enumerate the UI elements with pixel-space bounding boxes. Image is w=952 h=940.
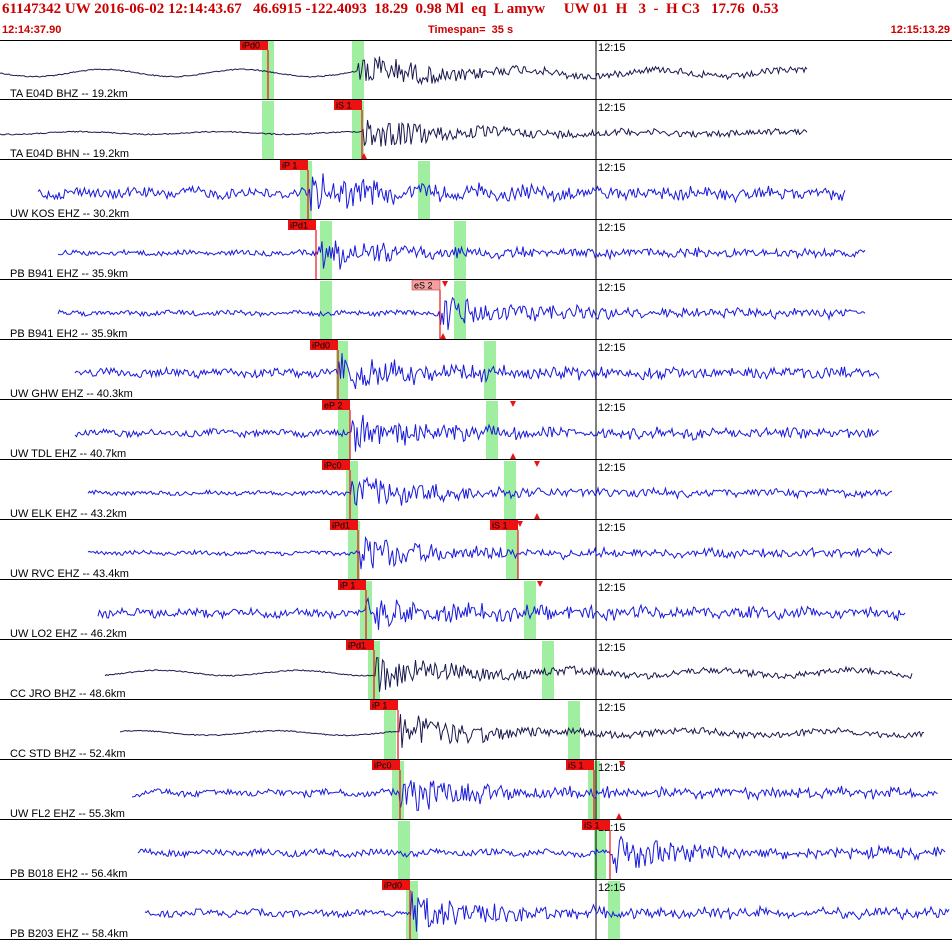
minute-label: 12:15 <box>598 642 626 654</box>
minute-label: 12:15 <box>598 402 626 414</box>
minute-label: 12:15 <box>598 162 626 174</box>
trace-row[interactable]: 12:15iS 1PB B018 EH2 -- 56.4km <box>0 820 952 880</box>
station-label: UW GHW EHZ -- 40.3km <box>10 388 133 400</box>
pick-label: iPd0 <box>312 341 330 351</box>
trace-row[interactable]: 12:15 iPd0 TA E04D BHZ -- 19.2km <box>0 40 952 100</box>
trace-row[interactable]: 12:15 iP 1 UW KOS EHZ -- 30.2km <box>0 160 952 220</box>
pick-marker-triangle <box>510 401 516 407</box>
pick-label: iS 1 <box>492 521 508 531</box>
station-label: UW KOS EHZ -- 30.2km <box>10 208 129 220</box>
minute-label: 12:15 <box>598 522 626 534</box>
pick-label: iPc0 <box>324 461 342 471</box>
phase-window <box>504 461 516 519</box>
phase-window <box>398 821 410 879</box>
minute-label: 12:15 <box>598 222 626 234</box>
pick-label: iP 1 <box>372 701 387 711</box>
station-label: PB B941 EH2 -- 35.9km <box>10 328 127 340</box>
minute-label: 12:15 <box>598 282 626 294</box>
pick-label: eP 2 <box>324 401 342 411</box>
trace-row[interactable]: 12:15 iPd0 PB B203 EHZ -- 58.4km <box>0 880 952 940</box>
window-end-time: 12:15:13.29 <box>890 24 950 36</box>
pick-label: iP 1 <box>340 581 355 591</box>
waveform <box>0 119 808 147</box>
pick-marker-triangle <box>534 461 540 467</box>
trace-row[interactable]: 12:15 eP 2 UW TDL EHZ -- 40.7km <box>0 400 952 460</box>
pick-label: iS 1 <box>584 821 600 831</box>
event-summary-title: 61147342 UW 2016-06-02 12:14:43.67 46.69… <box>2 1 779 17</box>
minute-label: 12:15 <box>598 102 626 114</box>
waveform <box>74 414 880 452</box>
trace-row[interactable]: 12:15 eS 2 PB B941 EH2 -- 35.9km <box>0 279 952 340</box>
waveform <box>137 835 946 874</box>
station-label: TA E04D BHZ -- 19.2km <box>10 88 128 100</box>
trace-row[interactable]: 12:15iPc0 iS 1UW FL2 EHZ -- 55.3km <box>0 760 952 820</box>
trace-row[interactable]: 12:15 iPd1 PB B941 EHZ -- 35.9km <box>0 220 952 280</box>
pick-label: iPd1 <box>290 221 308 231</box>
pick-marker-triangle <box>616 813 622 819</box>
station-label: TA E04D BHN -- 19.2km <box>10 148 129 160</box>
waveform <box>144 891 950 932</box>
trace-row[interactable]: 12:15 iPd0 UW GHW EHZ -- 40.3km <box>0 340 952 400</box>
minute-label: 12:15 <box>598 702 626 714</box>
phase-window <box>320 281 332 339</box>
pick-label: iPd0 <box>242 41 260 51</box>
pick-label: iPd0 <box>384 881 402 891</box>
trace-row[interactable]: 12:15 iPc0 UW ELK EHZ -- 43.2km <box>0 460 952 520</box>
trace-row[interactable]: 12:15 iPd1 iS 1 UW RVC EHZ -- 43.4km <box>0 520 952 580</box>
seismogram-panel[interactable]: 12:15 iPd0 TA E04D BHZ -- 19.2km 12:15 iS 1 T… <box>0 40 952 940</box>
waveform <box>97 596 906 630</box>
trace-row[interactable]: 12:15 iP 1 CC STD BHZ -- 52.4km <box>0 700 952 760</box>
pick-marker-triangle <box>537 581 543 587</box>
timespan-label: Timespan= 35 s <box>428 24 514 36</box>
station-label: PB B941 EHZ -- 35.9km <box>10 268 128 280</box>
pick-marker-triangle <box>534 513 540 519</box>
minute-label: 12:15 <box>598 582 626 594</box>
event-header: 61147342 UW 2016-06-02 12:14:43.67 46.69… <box>0 0 952 40</box>
pick-label: iPc0 <box>374 761 392 771</box>
pick-label: iS 1 <box>336 101 352 111</box>
station-label: CC STD BHZ -- 52.4km <box>10 748 126 760</box>
waveform <box>74 353 880 390</box>
waveform <box>120 714 925 748</box>
waveform <box>37 173 846 211</box>
waveform <box>104 657 913 692</box>
waveform <box>87 535 893 570</box>
trace-row[interactable]: 12:15 iS 1 TA E04D BHN -- 19.2km <box>0 100 952 160</box>
minute-label: 12:15 <box>598 462 626 474</box>
pick-marker-triangle <box>510 453 516 459</box>
minute-label: 12:15 <box>598 882 626 894</box>
pick-label: iPd1 <box>332 521 350 531</box>
window-start-time: 12:14:37.90 <box>2 24 62 36</box>
phase-window <box>454 281 466 339</box>
trace-row[interactable]: 12:15 iP 1 UW LO2 EHZ -- 46.2km <box>0 580 952 640</box>
waveform <box>131 780 938 811</box>
station-label: UW LO2 EHZ -- 46.2km <box>10 628 127 640</box>
pick-label: iS 1 <box>568 761 584 771</box>
station-label: UW TDL EHZ -- 40.7km <box>10 448 126 460</box>
pick-label: eS 2 <box>414 281 433 291</box>
minute-label: 12:15 <box>598 342 626 354</box>
pick-label: iPd1 <box>348 641 366 651</box>
station-label: PB B203 EHZ -- 58.4km <box>10 928 128 940</box>
waveform <box>0 56 808 86</box>
pick-marker-triangle <box>442 281 448 287</box>
minute-label: 12:15 <box>598 42 626 54</box>
station-label: CC JRO BHZ -- 48.6km <box>10 688 126 700</box>
station-label: UW RVC EHZ -- 43.4km <box>10 568 129 580</box>
station-label: UW FL2 EHZ -- 55.3km <box>10 808 125 820</box>
pick-marker-triangle <box>440 333 446 339</box>
phase-window <box>262 101 274 159</box>
station-label: PB B018 EH2 -- 56.4km <box>10 868 127 880</box>
trace-row[interactable]: 12:15 iPd1 CC JRO BHZ -- 48.6km <box>0 640 952 700</box>
waveform <box>87 476 893 506</box>
pick-label: iP 1 <box>282 161 297 171</box>
station-label: UW ELK EHZ -- 43.2km <box>10 508 127 520</box>
